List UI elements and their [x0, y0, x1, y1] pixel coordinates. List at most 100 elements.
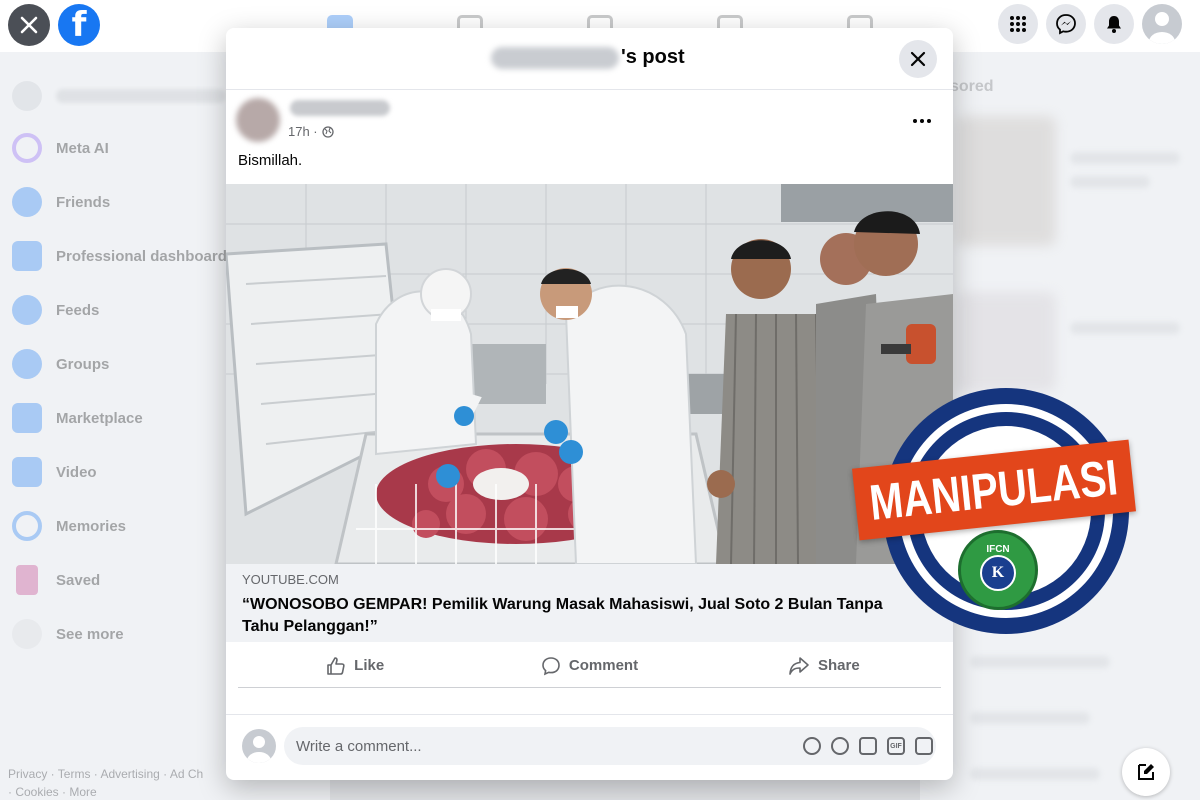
ad-text-line: [1070, 322, 1180, 334]
like-label: Like: [354, 657, 385, 674]
ad-text-line: [1070, 152, 1180, 164]
sidebar-item-label: Friends: [56, 193, 111, 211]
globe-icon: [321, 125, 334, 138]
menu-grid-icon: [1010, 16, 1026, 32]
post-caption: Bismillah.: [238, 152, 303, 169]
sticker-icon[interactable]: [915, 737, 933, 755]
sidebar-item-label: Groups: [56, 355, 110, 373]
author-name-redacted[interactable]: [290, 100, 390, 116]
notifications-button[interactable]: [1094, 4, 1134, 44]
close-icon: [910, 51, 926, 67]
author-name-redacted: [491, 46, 619, 69]
post-time-text: 17h ·: [288, 124, 318, 139]
seal-title: IFCN: [986, 543, 1010, 555]
menu-button[interactable]: [998, 4, 1038, 44]
sidebar-item-label: Saved: [56, 571, 101, 589]
friends-icon: [12, 187, 42, 217]
footer-links[interactable]: Privacy · Terms · Advertising · Ad Ch · …: [8, 765, 228, 800]
post-image[interactable]: [226, 184, 953, 564]
sidebar-item-profile[interactable]: [8, 74, 236, 118]
sidebar-item-saved[interactable]: Saved: [8, 558, 236, 602]
avatar-head: [253, 736, 265, 748]
groups-icon: [12, 349, 42, 379]
gif-icon[interactable]: GIF: [887, 737, 905, 755]
link-preview[interactable]: YOUTUBE.COM “WONOSOBO GEMPAR! Pemilik Wa…: [226, 564, 953, 642]
gif-label: GIF: [890, 742, 902, 750]
sidebar-item-label: Marketplace: [56, 409, 143, 427]
post-timestamp[interactable]: 17h ·: [288, 124, 334, 139]
sidebar-item-label: Video: [56, 463, 97, 481]
like-button[interactable]: Like: [238, 644, 472, 687]
top-right-actions: [998, 4, 1182, 44]
link-domain: YOUTUBE.COM: [242, 572, 339, 587]
profile-avatar[interactable]: [1142, 4, 1182, 44]
sidebar-item-label: Professional dashboard: [56, 247, 227, 265]
comment-icon: [542, 656, 560, 675]
sidebar-item-label: See more: [56, 625, 124, 643]
close-icon: [20, 16, 38, 34]
comment-placeholder: Write a comment...: [296, 737, 422, 755]
modal-title: 's post: [491, 46, 685, 69]
dashboard-icon: [12, 241, 42, 271]
contact-line: [970, 768, 1100, 780]
left-sidebar: Meta AI Friends Professional dashboard F…: [0, 52, 240, 800]
comment-composer: Write a comment... GIF: [226, 714, 953, 780]
ad-thumbnail[interactable]: [956, 292, 1056, 392]
post-options-button[interactable]: [912, 108, 932, 129]
ad-thumbnail[interactable]: [956, 116, 1056, 246]
sidebar-item-memories[interactable]: Memories: [8, 504, 236, 548]
close-modal-button[interactable]: [899, 40, 937, 78]
compose-icon: [1138, 764, 1154, 780]
messenger-icon: [1056, 14, 1076, 35]
commenter-avatar[interactable]: [242, 729, 276, 763]
kitchen-scene-illustration: [226, 184, 953, 564]
facebook-logo[interactable]: f: [58, 4, 100, 46]
profile-icon: [12, 81, 42, 111]
video-icon: [12, 457, 42, 487]
profile-name-redacted: [56, 89, 226, 103]
sidebar-item-groups[interactable]: Groups: [8, 342, 236, 386]
modal-header: 's post: [226, 28, 953, 90]
ifcn-seal: IFCN K: [958, 530, 1038, 610]
marketplace-icon: [12, 403, 42, 433]
chevron-down-icon: [12, 619, 42, 649]
sidebar-item-professional-dashboard[interactable]: Professional dashboard: [8, 234, 236, 278]
bell-icon: [1107, 16, 1121, 33]
sidebar-item-see-more[interactable]: See more: [8, 612, 236, 656]
comment-tools: GIF: [803, 737, 933, 755]
avatar-body: [1149, 32, 1175, 44]
contact-line: [970, 712, 1090, 724]
thumbs-up-icon: [327, 656, 345, 675]
footer-line-1[interactable]: Privacy · Terms · Advertising · Ad Ch: [8, 765, 228, 783]
new-message-button[interactable]: [1122, 748, 1170, 796]
comment-button[interactable]: Comment: [472, 644, 706, 687]
sidebar-item-friends[interactable]: Friends: [8, 180, 236, 224]
sidebar-item-label: Memories: [56, 517, 127, 535]
post-modal: 's post 17h · Bismillah. YOUTUBE.COM “WO…: [226, 28, 953, 780]
sidebar-item-feeds[interactable]: Feeds: [8, 288, 236, 332]
more-icon: [913, 119, 931, 123]
post-actions: Like Comment Share: [238, 644, 941, 688]
sidebar-item-label: Feeds: [56, 301, 100, 319]
seal-badge: K: [980, 554, 1016, 591]
sidebar-item-video[interactable]: Video: [8, 450, 236, 494]
modal-title-text: 's post: [621, 46, 685, 68]
author-avatar[interactable]: [236, 98, 280, 142]
close-viewer-button[interactable]: [8, 4, 50, 46]
share-button[interactable]: Share: [707, 644, 941, 687]
comment-label: Comment: [568, 657, 639, 674]
contact-line: [970, 656, 1110, 668]
avatar-sticker-icon[interactable]: [803, 737, 821, 755]
sidebar-item-marketplace[interactable]: Marketplace: [8, 396, 236, 440]
camera-icon[interactable]: [859, 737, 877, 755]
link-title[interactable]: “WONOSOBO GEMPAR! Pemilik Warung Masak M…: [242, 594, 922, 638]
sidebar-item-label: Meta AI: [56, 139, 109, 157]
emoji-icon[interactable]: [831, 737, 849, 755]
share-label: Share: [817, 657, 860, 674]
messenger-button[interactable]: [1046, 4, 1086, 44]
ad-text-line: [1070, 176, 1150, 188]
feeds-icon: [12, 295, 42, 325]
avatar-head: [1155, 12, 1169, 26]
footer-line-2[interactable]: · Cookies · More: [8, 783, 228, 800]
sidebar-item-meta-ai[interactable]: Meta AI: [8, 126, 236, 170]
